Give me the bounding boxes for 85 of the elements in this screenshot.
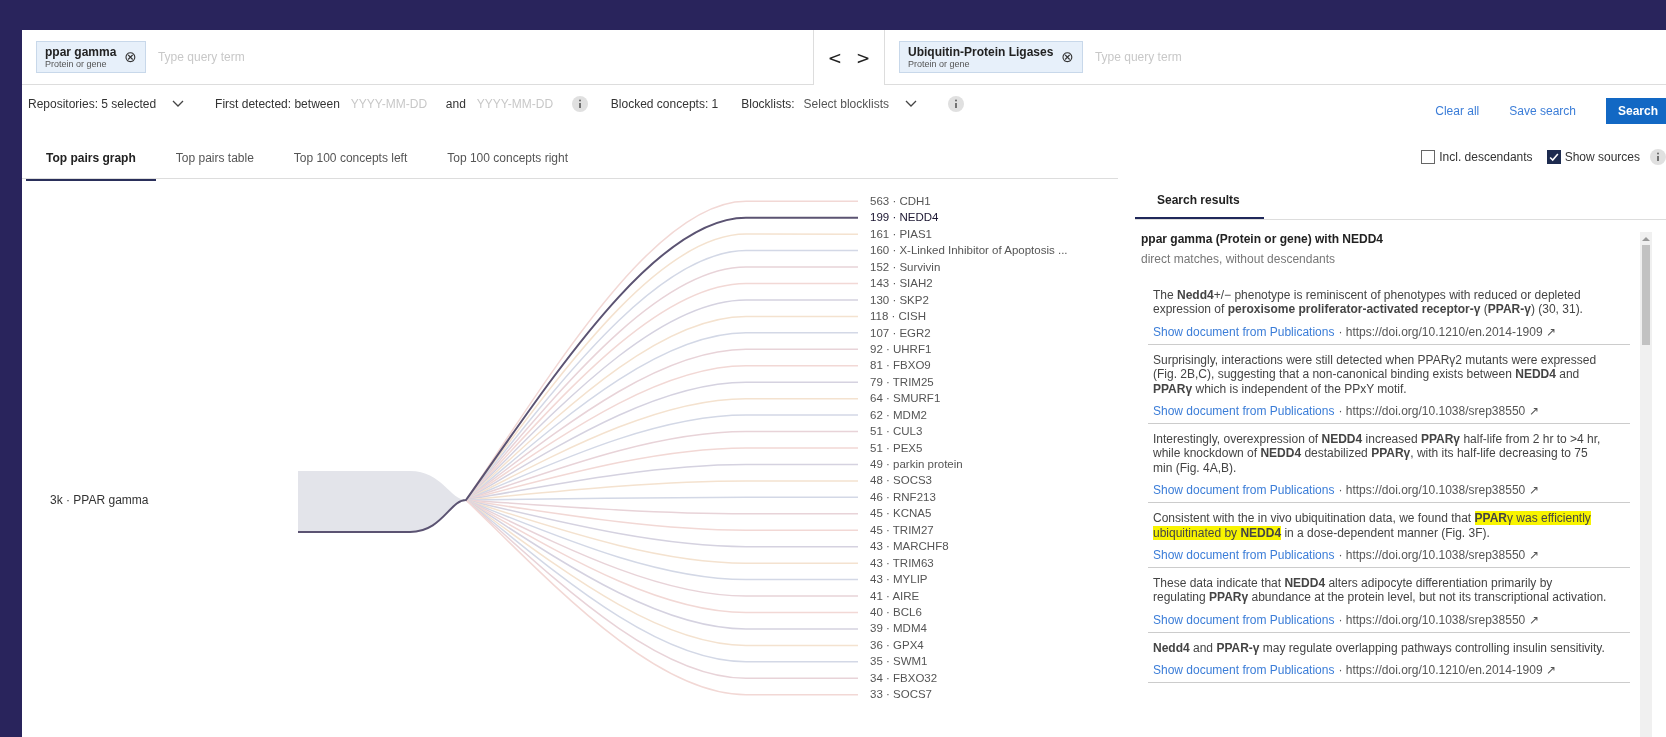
document-link[interactable]: Show document from Publications: [1153, 324, 1335, 339]
scroll-up-icon[interactable]: [1642, 236, 1650, 241]
result-subtitle: direct matches, without descendants: [1141, 252, 1337, 266]
concept-label[interactable]: 64 · SMURF1: [870, 392, 941, 405]
concept-label[interactable]: 41 · AIRE: [870, 589, 920, 602]
document-link[interactable]: Show document from Publications: [1153, 663, 1335, 678]
concept-label[interactable]: 51 · CUL3: [870, 425, 923, 438]
tab[interactable]: Search results: [1135, 179, 1264, 219]
source-url[interactable]: · https://doi.org/10.1038/srep38550 ↗: [1338, 548, 1539, 563]
source-url[interactable]: · https://doi.org/10.1038/srep38550 ↗: [1338, 612, 1539, 627]
repositories-dropdown[interactable]: Repositories: 5 selected: [28, 97, 185, 111]
concept-label[interactable]: 160 · X-Linked Inhibitor of Apoptosis ...: [870, 244, 1068, 257]
concept-label[interactable]: 36 · GPX4: [870, 638, 924, 651]
close-icon[interactable]: ⊗: [124, 48, 137, 66]
result-title: ppar gamma (Protein or gene) with NEDD4: [1141, 232, 1385, 246]
snippet-text: Nedd4 and PPAR-γ may regulate overlapping pathways controlling insulin sensitivity.: [1153, 640, 1606, 656]
concept-label[interactable]: 62 · MDM2: [870, 408, 927, 421]
document-link[interactable]: Show document from Publications: [1153, 483, 1335, 498]
concept-label[interactable]: 130 · SKP2: [870, 293, 929, 306]
concept-label[interactable]: 40 · BCL6: [870, 605, 922, 618]
chevron-icon[interactable]: [904, 100, 917, 108]
concept-label[interactable]: 43 · MARCHF8: [870, 540, 949, 553]
filter-label: Blocklists:: [741, 97, 795, 111]
clear-all-link[interactable]: Clear all: [1435, 104, 1480, 118]
save-search-link[interactable]: Save search: [1509, 104, 1576, 118]
scrollbar[interactable]: [1640, 232, 1652, 737]
tab[interactable]: Top pairs graph: [26, 139, 156, 181]
checkbox[interactable]: [1546, 150, 1561, 164]
source-url[interactable]: · https://doi.org/10.1210/en.2014-1909 ↗: [1338, 663, 1556, 678]
chip-term: ppar gamma: [45, 45, 117, 59]
concept-label[interactable]: 81 · FBXO9: [870, 359, 931, 372]
concept-label[interactable]: 45 · KCNA5: [870, 507, 932, 520]
concept-label[interactable]: 46 · RNF213: [870, 490, 936, 503]
document-link[interactable]: Show document from Publications: [1153, 612, 1335, 627]
source-url[interactable]: · https://doi.org/10.1038/srep38550 ↗: [1338, 483, 1539, 498]
chip-type: Protein or gene: [908, 59, 971, 69]
concept-label[interactable]: 143 · SIAH2: [870, 277, 933, 290]
concept-label[interactable]: 51 · PEX5: [870, 441, 923, 454]
chip-term: Ubiquitin-Protein Ligases: [908, 45, 1054, 59]
info-icon[interactable]: [571, 96, 588, 112]
source-url[interactable]: · https://doi.org/10.1210/en.2014-1909 ↗: [1338, 324, 1556, 339]
snippet-text: The Nedd4+/− phenotype is reminiscent of phenotypes with reduced or depleted expression of peroxisome proliferator-activated receptor-γ (PPAR-γ) (30, 31).: [1153, 288, 1584, 317]
concept-label[interactable]: 107 · EGR2: [870, 326, 931, 339]
concept-label[interactable]: 33 · SOCS7: [870, 688, 932, 701]
info-icon[interactable]: [1650, 149, 1666, 165]
concept-label[interactable]: 48 · SOCS3: [870, 474, 932, 487]
checkbox-label: Incl. descendants: [1439, 150, 1533, 164]
concept-label[interactable]: 43 · TRIM63: [870, 556, 934, 569]
chip-type: Protein or gene: [45, 59, 108, 69]
filter-label: First detected: between: [215, 97, 340, 111]
concept-label[interactable]: 79 · TRIM25: [870, 375, 934, 388]
concept-label[interactable]: 43 · MYLIP: [870, 573, 928, 586]
checkbox[interactable]: [1421, 150, 1436, 164]
blocked-concepts: Blocked concepts: 1: [610, 97, 719, 111]
concept-label[interactable]: 34 · FBXO32: [870, 671, 938, 684]
snippet-text: Surprisingly, interactions were still detected when PPARγ2 mutants were expressed (Fig. 2B,C), suggesting that a non-canonical binding exists between NEDD4 and PPARγ which is independent of the PPxY motif.: [1153, 352, 1598, 397]
concept-label[interactable]: 49 · parkin protein: [870, 458, 963, 470]
concept-label[interactable]: 199 · NEDD4: [870, 211, 939, 224]
concept-label[interactable]: 161 · PIAS1: [870, 227, 932, 240]
source-url[interactable]: · https://doi.org/10.1038/srep38550 ↗: [1338, 404, 1539, 419]
concept-label[interactable]: 92 · UHRF1: [870, 342, 932, 355]
document-link[interactable]: Show document from Publications: [1153, 548, 1335, 563]
node-label: 3k · PPAR gamma: [50, 493, 149, 507]
info-icon[interactable]: [947, 96, 964, 112]
snippet-text: These data indicate that NEDD4 alters adipocyte differentiation primarily by regulating PPARγ abundance at the protein level, but not its transcriptional activation.: [1153, 576, 1608, 605]
close-icon[interactable]: ⊗: [1061, 48, 1074, 66]
concept-label[interactable]: 152 · Survivin: [870, 260, 941, 273]
query-chip[interactable]: Ubiquitin-Protein Ligases Protein or gene ⊗: [899, 41, 1083, 73]
tab[interactable]: Top 100 concepts right: [427, 139, 588, 179]
checkbox-label: Show sources: [1564, 150, 1640, 164]
search-button[interactable]: Search: [1605, 98, 1666, 124]
filter-label: and: [445, 97, 466, 111]
scrollbar-thumb[interactable]: [1642, 245, 1650, 345]
concept-label[interactable]: 35 · SWM1: [870, 655, 928, 668]
snippet-text: Consistent with the in vivo ubiquitination data, we found that PPARγ was efficiently ubiquitinated by NEDD4 in a dose-dependent manner (Fig. 3F).: [1153, 511, 1592, 541]
concept-label[interactable]: 39 · MDM4: [870, 622, 927, 635]
concept-label[interactable]: 118 · CISH: [870, 310, 927, 323]
tab[interactable]: Top 100 concepts left: [273, 139, 428, 179]
snippet-text: Interestingly, overexpression of NEDD4 increased PPARγ half-life from 2 hr to >4 hr, while knockdown of NEDD4 destabilized PPARγ, with its half-life decreasing to 75 min (Fig. 4A,B).: [1153, 432, 1602, 476]
blocklists-dropdown[interactable]: Select blocklists: [803, 97, 917, 111]
tab[interactable]: Top pairs table: [155, 139, 274, 179]
concept-label[interactable]: 45 · TRIM27: [870, 523, 934, 536]
concept-label[interactable]: 563 · CDH1: [870, 195, 931, 207]
chevron-icon[interactable]: [172, 100, 185, 108]
document-link[interactable]: Show document from Publications: [1153, 404, 1335, 419]
